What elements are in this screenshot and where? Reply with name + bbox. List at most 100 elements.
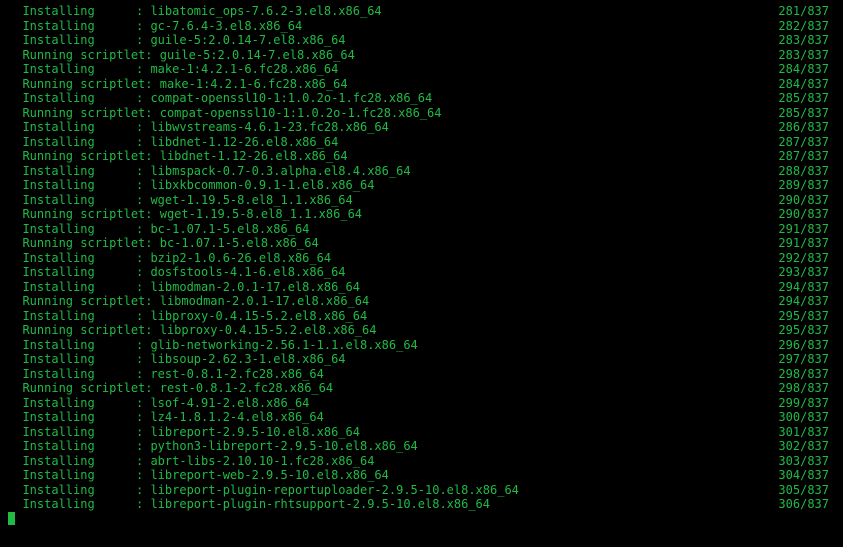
install-log-line: Running scriptlet: rest-0.8.1-2.fc28.x86… bbox=[8, 381, 835, 396]
action-label: Installing bbox=[8, 497, 136, 512]
install-log-line: Installing: libproxy-0.4.15-5.2.el8.x86_… bbox=[8, 309, 835, 324]
progress-counter: 295/837 bbox=[769, 309, 835, 324]
action-label: Running scriptlet bbox=[8, 294, 145, 309]
separator: : bbox=[136, 497, 150, 512]
install-log-line: Running scriptlet: libdnet-1.12-26.el8.x… bbox=[8, 149, 835, 164]
separator: : bbox=[136, 265, 150, 280]
progress-counter: 292/837 bbox=[769, 251, 835, 266]
separator: : bbox=[136, 483, 150, 498]
separator: : bbox=[136, 178, 150, 193]
action-label: Running scriptlet bbox=[8, 149, 145, 164]
terminal-output: Installing: libatomic_ops-7.6.2-3.el8.x8… bbox=[0, 0, 843, 530]
progress-counter: 284/837 bbox=[769, 62, 835, 77]
install-log-line: Installing: bzip2-1.0.6-26.el8.x86_64292… bbox=[8, 251, 835, 266]
action-label: Installing bbox=[8, 251, 136, 266]
package-name: rest-0.8.1-2.fc28.x86_64 bbox=[150, 367, 323, 382]
package-name: libproxy-0.4.15-5.2.el8.x86_64 bbox=[150, 309, 367, 324]
separator: : bbox=[136, 280, 150, 295]
package-name: bc-1.07.1-5.el8.x86_64 bbox=[150, 222, 309, 237]
package-name: lz4-1.8.1.2-4.el8.x86_64 bbox=[150, 410, 323, 425]
progress-counter: 294/837 bbox=[769, 280, 835, 295]
progress-counter: 284/837 bbox=[769, 77, 835, 92]
package-name: libatomic_ops-7.6.2-3.el8.x86_64 bbox=[150, 4, 381, 19]
package-name: libproxy-0.4.15-5.2.el8.x86_64 bbox=[160, 323, 377, 338]
package-name: compat-openssl10-1:1.0.2o-1.fc28.x86_64 bbox=[160, 106, 442, 121]
action-label: Installing bbox=[8, 62, 136, 77]
progress-counter: 290/837 bbox=[769, 193, 835, 208]
separator: : bbox=[136, 468, 150, 483]
package-name: libwvstreams-4.6.1-23.fc28.x86_64 bbox=[150, 120, 388, 135]
separator: : bbox=[136, 251, 150, 266]
action-label: Installing bbox=[8, 352, 136, 367]
progress-counter: 290/837 bbox=[769, 207, 835, 222]
package-name: libdnet-1.12-26.el8.x86_64 bbox=[150, 135, 338, 150]
install-log-line: Installing: make-1:4.2.1-6.fc28.x86_6428… bbox=[8, 62, 835, 77]
install-log-line: Installing: python3-libreport-2.9.5-10.e… bbox=[8, 439, 835, 454]
separator: : bbox=[145, 149, 159, 164]
action-label: Installing bbox=[8, 396, 136, 411]
action-label: Installing bbox=[8, 222, 136, 237]
install-log-line: Installing: dosfstools-4.1-6.el8.x86_642… bbox=[8, 265, 835, 280]
package-name: libreport-plugin-rhtsupport-2.9.5-10.el8… bbox=[150, 497, 490, 512]
separator: : bbox=[136, 33, 150, 48]
package-name: guile-5:2.0.14-7.el8.x86_64 bbox=[150, 33, 345, 48]
separator: : bbox=[136, 62, 150, 77]
action-label: Installing bbox=[8, 4, 136, 19]
package-name: bc-1.07.1-5.el8.x86_64 bbox=[160, 236, 319, 251]
progress-counter: 289/837 bbox=[769, 178, 835, 193]
action-label: Installing bbox=[8, 135, 136, 150]
progress-counter: 299/837 bbox=[769, 396, 835, 411]
separator: : bbox=[136, 193, 150, 208]
progress-counter: 287/837 bbox=[769, 135, 835, 150]
action-label: Installing bbox=[8, 120, 136, 135]
action-label: Installing bbox=[8, 410, 136, 425]
package-name: libreport-web-2.9.5-10.el8.x86_64 bbox=[150, 468, 388, 483]
install-log-line: Installing: libreport-plugin-reportuploa… bbox=[8, 483, 835, 498]
package-name: wget-1.19.5-8.el8_1.1.x86_64 bbox=[160, 207, 362, 222]
package-name: rest-0.8.1-2.fc28.x86_64 bbox=[160, 381, 333, 396]
install-log-line: Running scriptlet: libmodman-2.0.1-17.el… bbox=[8, 294, 835, 309]
install-log-line: Installing: libsoup-2.62.3-1.el8.x86_642… bbox=[8, 352, 835, 367]
install-log-line: Installing: glib-networking-2.56.1-1.1.e… bbox=[8, 338, 835, 353]
progress-counter: 283/837 bbox=[769, 48, 835, 63]
install-log-line: Installing: lsof-4.91-2.el8.x86_64299/83… bbox=[8, 396, 835, 411]
package-name: python3-libreport-2.9.5-10.el8.x86_64 bbox=[150, 439, 417, 454]
action-label: Installing bbox=[8, 439, 136, 454]
progress-counter: 300/837 bbox=[769, 410, 835, 425]
install-log-line: Installing: rest-0.8.1-2.fc28.x86_64298/… bbox=[8, 367, 835, 382]
package-name: abrt-libs-2.10.10-1.fc28.x86_64 bbox=[150, 454, 374, 469]
install-log-line: Installing: gc-7.6.4-3.el8.x86_64282/837 bbox=[8, 19, 835, 34]
install-log-line: Running scriptlet: guile-5:2.0.14-7.el8.… bbox=[8, 48, 835, 63]
progress-counter: 301/837 bbox=[769, 425, 835, 440]
action-label: Installing bbox=[8, 425, 136, 440]
install-log-line: Installing: libwvstreams-4.6.1-23.fc28.x… bbox=[8, 120, 835, 135]
separator: : bbox=[136, 120, 150, 135]
action-label: Installing bbox=[8, 19, 136, 34]
install-log-line: Installing: libmodman-2.0.1-17.el8.x86_6… bbox=[8, 280, 835, 295]
install-log-line: Installing: lz4-1.8.1.2-4.el8.x86_64300/… bbox=[8, 410, 835, 425]
progress-counter: 298/837 bbox=[769, 367, 835, 382]
separator: : bbox=[145, 106, 159, 121]
separator: : bbox=[145, 323, 159, 338]
action-label: Installing bbox=[8, 454, 136, 469]
action-label: Installing bbox=[8, 91, 136, 106]
progress-counter: 303/837 bbox=[769, 454, 835, 469]
progress-counter: 281/837 bbox=[769, 4, 835, 19]
install-log-line: Running scriptlet: libproxy-0.4.15-5.2.e… bbox=[8, 323, 835, 338]
install-log-line: Installing: libreport-plugin-rhtsupport-… bbox=[8, 497, 835, 512]
progress-counter: 291/837 bbox=[769, 236, 835, 251]
separator: : bbox=[136, 4, 150, 19]
install-log-line: Installing: abrt-libs-2.10.10-1.fc28.x86… bbox=[8, 454, 835, 469]
install-log-line: Installing: libmspack-0.7-0.3.alpha.el8.… bbox=[8, 164, 835, 179]
action-label: Installing bbox=[8, 164, 136, 179]
progress-counter: 285/837 bbox=[769, 91, 835, 106]
action-label: Running scriptlet bbox=[8, 381, 145, 396]
action-label: Installing bbox=[8, 33, 136, 48]
progress-counter: 298/837 bbox=[769, 381, 835, 396]
separator: : bbox=[145, 77, 159, 92]
package-name: libdnet-1.12-26.el8.x86_64 bbox=[160, 149, 348, 164]
action-label: Running scriptlet bbox=[8, 323, 145, 338]
progress-counter: 302/837 bbox=[769, 439, 835, 454]
separator: : bbox=[136, 309, 150, 324]
action-label: Installing bbox=[8, 309, 136, 324]
